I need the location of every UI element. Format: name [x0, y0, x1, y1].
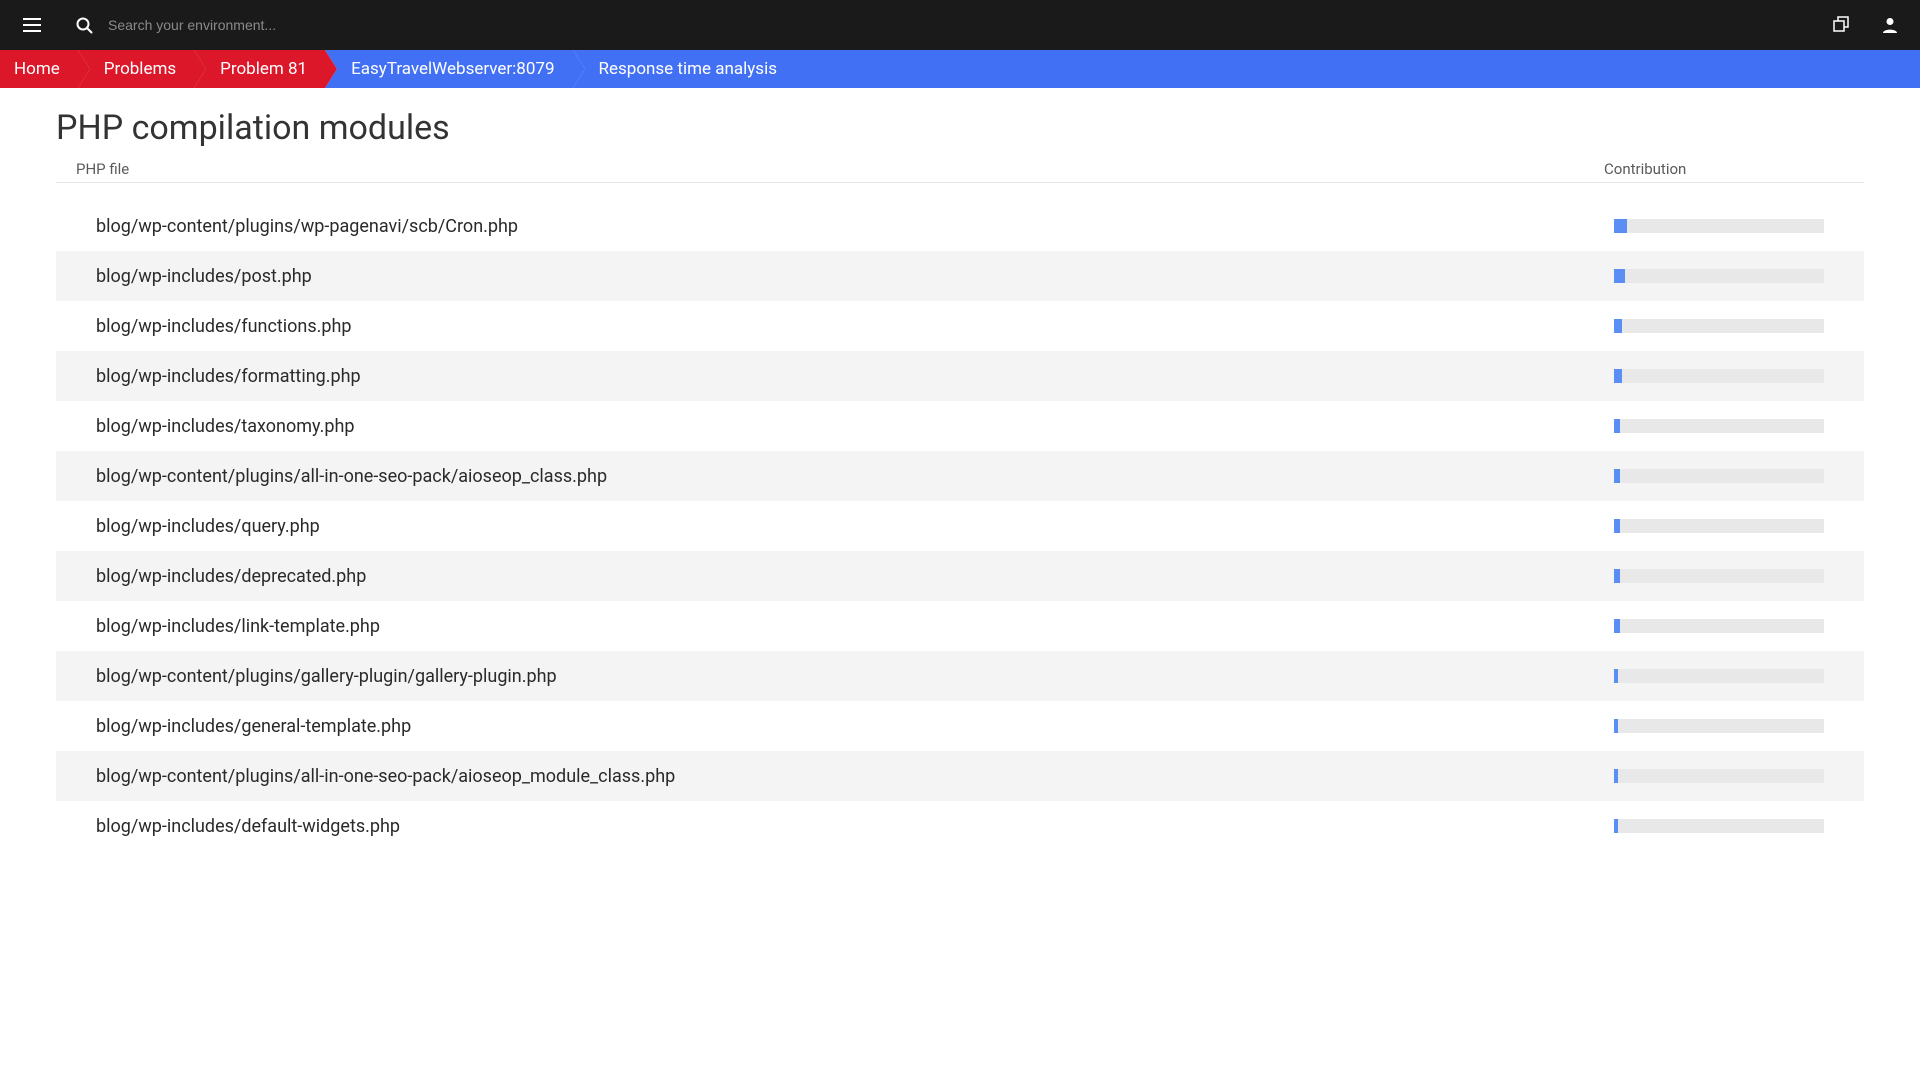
column-header-contribution[interactable]: Contribution: [1604, 160, 1844, 178]
contribution-cell: [1614, 469, 1824, 483]
contribution-bar: [1614, 269, 1824, 283]
contribution-bar: [1614, 719, 1824, 733]
contribution-cell: [1614, 719, 1824, 733]
breadcrumb-label: Response time analysis: [599, 59, 777, 79]
contribution-bar-fill: [1614, 669, 1618, 683]
contribution-bar-fill: [1614, 219, 1627, 233]
contribution-bar: [1614, 669, 1824, 683]
table-row[interactable]: blog/wp-content/plugins/wp-pagenavi/scb/…: [56, 201, 1864, 251]
contribution-bar-fill: [1614, 769, 1618, 783]
breadcrumb-item[interactable]: Problems: [78, 50, 194, 88]
contribution-cell: [1614, 769, 1824, 783]
table-row[interactable]: blog/wp-content/plugins/all-in-one-seo-p…: [56, 451, 1864, 501]
contribution-bar: [1614, 419, 1824, 433]
table-row[interactable]: blog/wp-content/plugins/all-in-one-seo-p…: [56, 751, 1864, 801]
contribution-cell: [1614, 619, 1824, 633]
contribution-bar-fill: [1614, 419, 1620, 433]
file-path-cell: blog/wp-includes/formatting.php: [96, 366, 1614, 387]
table-row[interactable]: blog/wp-includes/formatting.php: [56, 351, 1864, 401]
table-row[interactable]: blog/wp-includes/query.php: [56, 501, 1864, 551]
file-path-cell: blog/wp-content/plugins/all-in-one-seo-p…: [96, 466, 1614, 487]
page-title: PHP compilation modules: [56, 108, 1864, 148]
search-input[interactable]: [100, 11, 500, 39]
table-row[interactable]: blog/wp-includes/default-widgets.php: [56, 801, 1864, 851]
file-path-cell: blog/wp-includes/deprecated.php: [96, 566, 1614, 587]
contribution-bar-fill: [1614, 319, 1622, 333]
contribution-bar-fill: [1614, 269, 1625, 283]
breadcrumb-item[interactable]: Response time analysis: [573, 50, 795, 88]
contribution-bar-fill: [1614, 619, 1620, 633]
contribution-bar: [1614, 769, 1824, 783]
file-path-cell: blog/wp-includes/functions.php: [96, 316, 1614, 337]
breadcrumb-label: EasyTravelWebserver:8079: [351, 59, 554, 79]
breadcrumb-item[interactable]: Home: [0, 50, 78, 88]
file-path-cell: blog/wp-includes/general-template.php: [96, 716, 1614, 737]
expand-icon: [1833, 16, 1851, 34]
contribution-cell: [1614, 569, 1824, 583]
search-icon: [68, 9, 100, 41]
contribution-bar-fill: [1614, 719, 1618, 733]
contribution-cell: [1614, 319, 1824, 333]
contribution-cell: [1614, 369, 1824, 383]
table-row[interactable]: blog/wp-includes/post.php: [56, 251, 1864, 301]
breadcrumb-label: Home: [14, 59, 60, 79]
top-toolbar: [0, 0, 1920, 50]
table-body: blog/wp-content/plugins/wp-pagenavi/scb/…: [56, 201, 1864, 851]
expand-button[interactable]: [1828, 11, 1856, 39]
breadcrumb-item[interactable]: Problem 81: [194, 50, 325, 88]
file-path-cell: blog/wp-content/plugins/gallery-plugin/g…: [96, 666, 1614, 687]
user-icon: [1881, 16, 1899, 34]
table-row[interactable]: blog/wp-includes/functions.php: [56, 301, 1864, 351]
contribution-bar: [1614, 319, 1824, 333]
menu-button[interactable]: [16, 9, 48, 41]
file-path-cell: blog/wp-content/plugins/all-in-one-seo-p…: [96, 766, 1614, 787]
user-button[interactable]: [1876, 11, 1904, 39]
contribution-cell: [1614, 519, 1824, 533]
file-path-cell: blog/wp-includes/link-template.php: [96, 616, 1614, 637]
contribution-cell: [1614, 269, 1824, 283]
breadcrumb: Home Problems Problem 81 EasyTravelWebserve…: [0, 50, 1920, 88]
contribution-bar: [1614, 619, 1824, 633]
contribution-bar-fill: [1614, 819, 1618, 833]
contribution-bar: [1614, 819, 1824, 833]
contribution-bar: [1614, 369, 1824, 383]
breadcrumb-label: Problem 81: [220, 59, 307, 79]
contribution-bar-fill: [1614, 369, 1622, 383]
contribution-cell: [1614, 819, 1824, 833]
table-row[interactable]: blog/wp-includes/general-template.php: [56, 701, 1864, 751]
breadcrumb-item[interactable]: EasyTravelWebserver:8079: [325, 50, 572, 88]
table-header: PHP file Contribution: [56, 156, 1864, 183]
contribution-bar: [1614, 569, 1824, 583]
contribution-bar-fill: [1614, 569, 1620, 583]
file-path-cell: blog/wp-includes/default-widgets.php: [96, 816, 1614, 837]
column-header-file[interactable]: PHP file: [76, 160, 1604, 178]
table-row[interactable]: blog/wp-includes/link-template.php: [56, 601, 1864, 651]
table-row[interactable]: blog/wp-includes/deprecated.php: [56, 551, 1864, 601]
hamburger-icon: [23, 18, 41, 32]
table-row[interactable]: blog/wp-content/plugins/gallery-plugin/g…: [56, 651, 1864, 701]
file-path-cell: blog/wp-content/plugins/wp-pagenavi/scb/…: [96, 216, 1614, 237]
file-path-cell: blog/wp-includes/taxonomy.php: [96, 416, 1614, 437]
contribution-bar-fill: [1614, 519, 1620, 533]
file-path-cell: blog/wp-includes/query.php: [96, 516, 1614, 537]
contribution-bar: [1614, 469, 1824, 483]
file-path-cell: blog/wp-includes/post.php: [96, 266, 1614, 287]
contribution-bar: [1614, 519, 1824, 533]
contribution-cell: [1614, 219, 1824, 233]
breadcrumb-label: Problems: [104, 59, 176, 79]
contribution-cell: [1614, 419, 1824, 433]
contribution-bar-fill: [1614, 469, 1620, 483]
contribution-cell: [1614, 669, 1824, 683]
table-row[interactable]: blog/wp-includes/taxonomy.php: [56, 401, 1864, 451]
contribution-bar: [1614, 219, 1824, 233]
